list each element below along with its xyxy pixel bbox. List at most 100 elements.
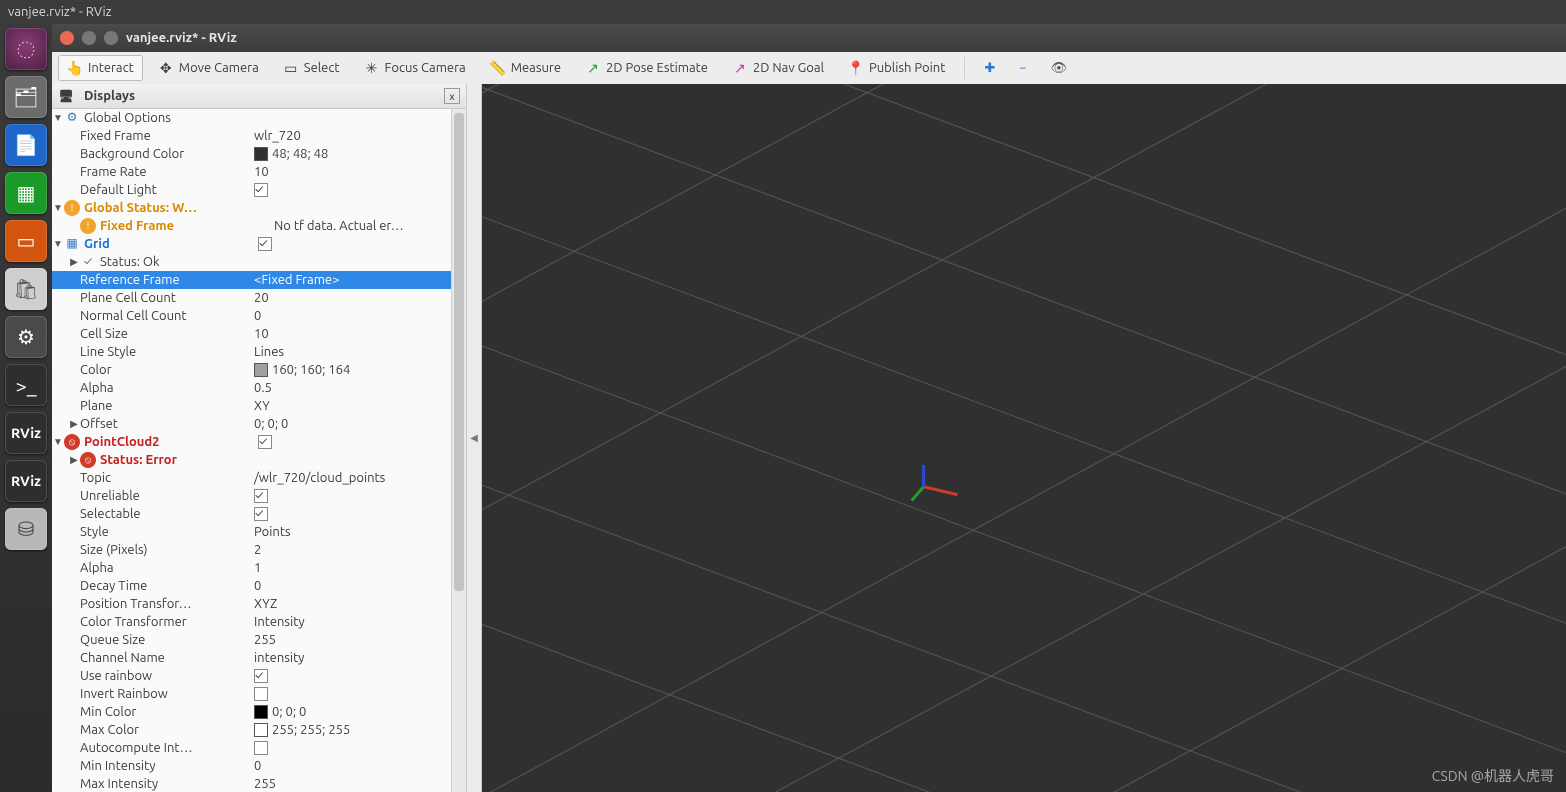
global-options[interactable]: ⚙Global Options [52,109,452,127]
tool-remove-button[interactable]: − [1010,56,1035,80]
default-light[interactable]: Default Light [52,181,452,199]
checkbox-icon[interactable] [254,507,268,521]
background-color[interactable]: Background Color48; 48; 48 [52,145,452,163]
expand-arrow-icon[interactable] [68,415,80,433]
grid-offset[interactable]: Offset0; 0; 0 [52,415,452,433]
frame-rate-value[interactable]: 10 [250,163,452,181]
pc2-min-color[interactable]: Min Color0; 0; 0 [52,703,452,721]
pc2-max-intensity-value[interactable]: 255 [250,775,452,792]
tool-select-button[interactable]: ▭Select [274,55,349,81]
pc2-topic-value[interactable]: /wlr_720/cloud_points [250,469,452,487]
pc2-min-color-value[interactable]: 0; 0; 0 [250,703,452,721]
expand-arrow-icon[interactable] [52,235,64,253]
launcher-disk[interactable]: ⛁ [5,508,47,550]
launcher-impress[interactable]: ▭ [5,220,47,262]
tool-interact-button[interactable]: 👆Interact [58,55,143,81]
launcher-term[interactable]: >_ [5,364,47,406]
grid-alpha[interactable]: Alpha0.5 [52,379,452,397]
pc2-selectable-value[interactable] [250,507,452,521]
expand-arrow-icon[interactable] [52,199,64,217]
expand-arrow-icon[interactable] [68,451,80,469]
grid-plane-value[interactable]: XY [250,397,452,415]
grid-offset-value[interactable]: 0; 0; 0 [250,415,452,433]
pc2-max-color[interactable]: Max Color255; 255; 255 [52,721,452,739]
grid-line-style-value[interactable]: Lines [250,343,452,361]
pc2-style[interactable]: StylePoints [52,523,452,541]
launcher-settings[interactable]: ⚙ [5,316,47,358]
grid-plane-cell-count[interactable]: Plane Cell Count20 [52,289,452,307]
scrollbar-thumb[interactable] [454,113,464,591]
grid-normal-cell-count[interactable]: Normal Cell Count0 [52,307,452,325]
pc2-use-rainbow[interactable]: Use rainbow [52,667,452,685]
launcher-calc[interactable]: ▦ [5,172,47,214]
pc2-position-transformer[interactable]: Position Transfor…XYZ [52,595,452,613]
grid-cell-size-value[interactable]: 10 [250,325,452,343]
checkbox-icon[interactable] [254,489,268,503]
launcher-store[interactable]: 🛍 [5,268,47,310]
window-minimize-icon[interactable] [82,31,96,45]
checkbox-icon[interactable] [254,183,268,197]
pc2-min-intensity-value[interactable]: 0 [250,757,452,775]
background-color-value[interactable]: 48; 48; 48 [250,145,452,163]
pc2-use-rainbow-value[interactable] [250,669,452,683]
window-maximize-icon[interactable] [104,31,118,45]
pc2-decay[interactable]: Decay Time0 [52,577,452,595]
grid-cell-size[interactable]: Cell Size10 [52,325,452,343]
launcher-dash[interactable]: ◌ [5,28,47,70]
grid-reference-frame-value[interactable]: <Fixed Frame> [250,271,452,289]
pc2-channel-name[interactable]: Channel Nameintensity [52,649,452,667]
pc2-channel-name-value[interactable]: intensity [250,649,452,667]
vertical-scrollbar[interactable] [451,109,466,792]
pc2-max-color-value[interactable]: 255; 255; 255 [250,721,452,739]
checkbox-icon[interactable] [254,687,268,701]
pc2-invert-rainbow-value[interactable] [250,687,452,701]
pointcloud2-status[interactable]: ⦸Status: Error [52,451,452,469]
pc2-style-value[interactable]: Points [250,523,452,541]
pc2-selectable[interactable]: Selectable [52,505,452,523]
3d-viewport[interactable]: CSDN @机器人虎哥 [482,84,1566,792]
grid-line-style[interactable]: Line StyleLines [52,343,452,361]
launcher-writer[interactable]: 📄 [5,124,47,166]
pc2-size[interactable]: Size (Pixels)2 [52,541,452,559]
grid-normal-cell-count-value[interactable]: 0 [250,307,452,325]
checkbox-icon[interactable] [254,669,268,683]
tool-focus-button[interactable]: ✳Focus Camera [355,55,475,81]
tool-publish-button[interactable]: 📍Publish Point [839,55,954,81]
pc2-queue-size-value[interactable]: 255 [250,631,452,649]
tool-measure-button[interactable]: 📏Measure [481,55,570,81]
tool-nav-button[interactable]: ↗2D Nav Goal [723,55,833,81]
fixed-frame[interactable]: Fixed Framewlr_720 [52,127,452,145]
pc2-invert-rainbow[interactable]: Invert Rainbow [52,685,452,703]
pc2-color-transformer-value[interactable]: Intensity [250,613,452,631]
pc2-min-intensity[interactable]: Min Intensity0 [52,757,452,775]
pc2-autocompute[interactable]: Autocompute Int… [52,739,452,757]
displays-panel-header[interactable]: 🖥 Displays x [52,84,466,109]
pc2-alpha[interactable]: Alpha1 [52,559,452,577]
tool-move-button[interactable]: ✥Move Camera [149,55,268,81]
checkbox-icon[interactable] [258,237,272,251]
launcher-files[interactable]: 🗂 [5,76,47,118]
pc2-topic[interactable]: Topic/wlr_720/cloud_points [52,469,452,487]
global-status[interactable]: !Global Status: W… [52,199,452,217]
tool-view-button[interactable]: 👁 [1042,56,1077,81]
expand-arrow-icon[interactable] [52,109,64,127]
window-close-icon[interactable] [60,31,74,45]
grid-alpha-value[interactable]: 0.5 [250,379,452,397]
pc2-max-intensity[interactable]: Max Intensity255 [52,775,452,792]
expand-arrow-icon[interactable] [68,253,80,271]
pc2-position-transformer-value[interactable]: XYZ [250,595,452,613]
expand-arrow-icon[interactable] [52,433,64,451]
launcher-rviz1[interactable]: RViz [5,412,47,454]
checkbox-icon[interactable] [258,435,272,449]
grid-display[interactable]: ▦Grid [52,235,452,253]
global-status-fixed-frame[interactable]: !Fixed FrameNo tf data. Actual er… [52,217,452,235]
grid-color[interactable]: Color160; 160; 164 [52,361,452,379]
pointcloud2-display[interactable]: ⦸PointCloud2 [52,433,452,451]
pc2-color-transformer[interactable]: Color TransformerIntensity [52,613,452,631]
grid-plane[interactable]: PlaneXY [52,397,452,415]
frame-rate[interactable]: Frame Rate10 [52,163,452,181]
panel-splitter[interactable]: ◀ [467,84,482,792]
tool-add-button[interactable]: ✚ [975,56,1004,81]
displays-tree-scroll[interactable]: ⚙Global OptionsFixed Framewlr_720Backgro… [52,109,452,792]
pc2-unreliable[interactable]: Unreliable [52,487,452,505]
